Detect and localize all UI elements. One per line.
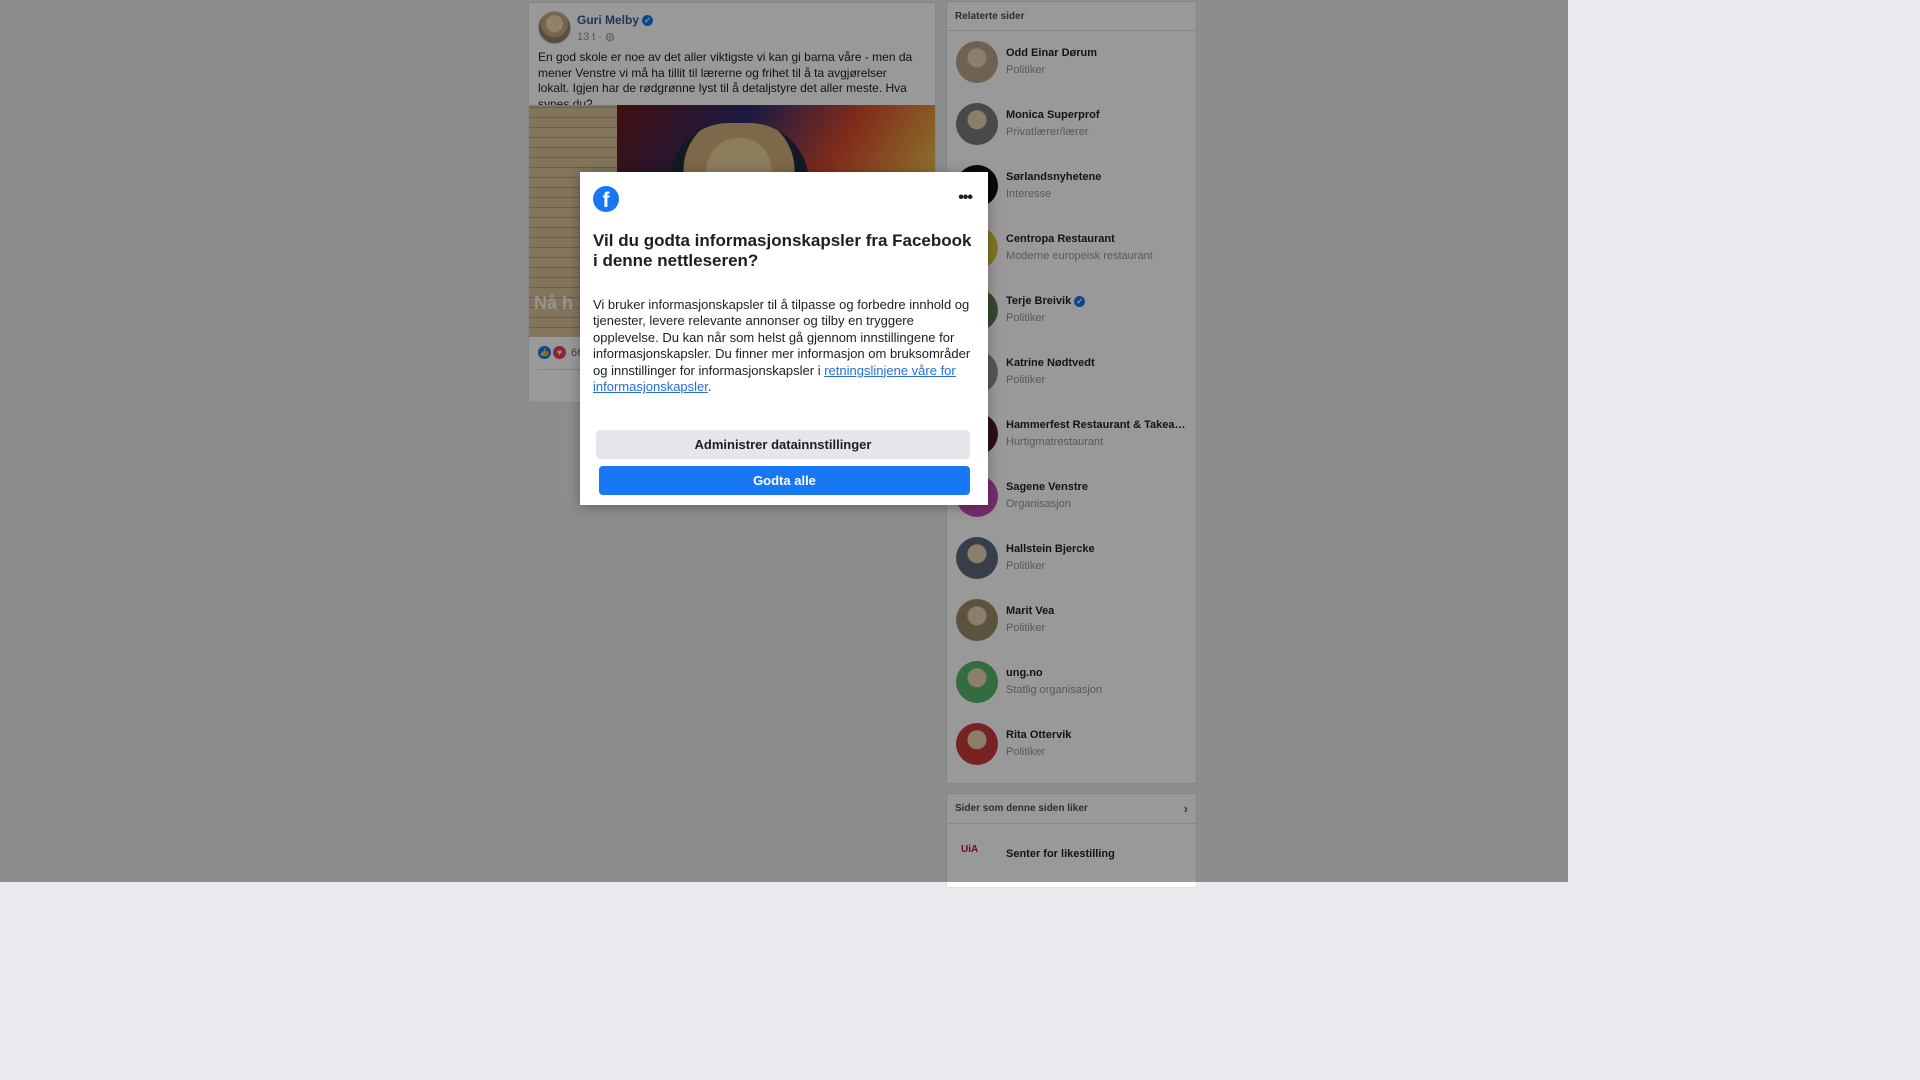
dialog-body: Vi bruker informasjonskapsler til å tilp… [593, 297, 975, 395]
accept-all-button[interactable]: Godta alle [599, 466, 970, 495]
manage-data-settings-button[interactable]: Administrer datainnstillinger [596, 430, 970, 459]
dialog-body-end: . [707, 379, 712, 395]
dialog-title: Vil du godta informasjonskapsler fra Fac… [593, 231, 972, 270]
facebook-logo-icon: f [593, 186, 619, 212]
more-options-icon[interactable]: ••• [958, 189, 973, 207]
cookie-consent-dialog: f ••• Vil du godta informasjonskapsler f… [580, 172, 988, 505]
